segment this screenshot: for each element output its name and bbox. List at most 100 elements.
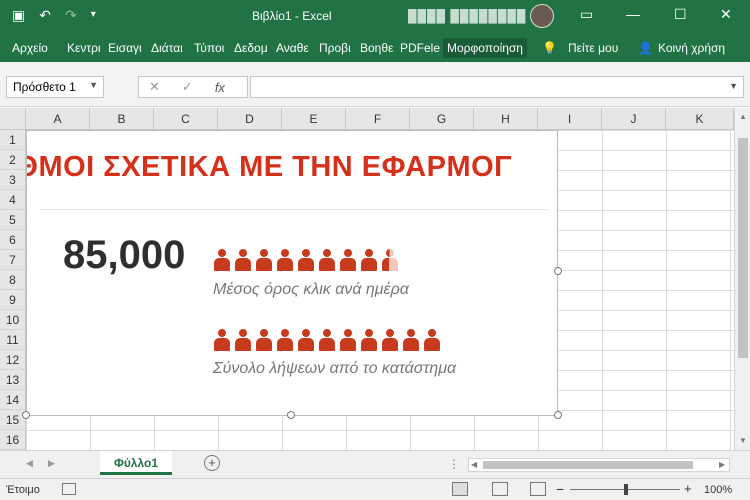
row-header[interactable]: 13 — [0, 370, 26, 390]
undo-icon[interactable]: ↶ — [39, 7, 51, 23]
person-icon — [402, 329, 420, 351]
tab-file[interactable]: Αρχείο — [12, 41, 48, 55]
tab-data[interactable]: Δεδομ — [234, 41, 268, 55]
formula-controls: ✕ ✓ fx — [138, 76, 248, 98]
expand-formula-icon[interactable]: ▼ — [729, 81, 738, 91]
resize-handle[interactable] — [554, 267, 562, 275]
person-icon — [213, 329, 231, 351]
row-header[interactable]: 5 — [0, 210, 26, 230]
person-icon — [360, 249, 378, 271]
page-layout-view-icon[interactable] — [492, 482, 508, 496]
row-header[interactable]: 10 — [0, 310, 26, 330]
row-header[interactable]: 2 — [0, 150, 26, 170]
maximize-icon[interactable]: ☐ — [674, 6, 687, 23]
zoom-slider-knob[interactable] — [624, 484, 628, 495]
column-header[interactable]: K — [666, 108, 734, 130]
add-sheet-button[interactable]: + — [204, 455, 220, 471]
window-title: Βιβλίο1 - Excel — [252, 9, 332, 23]
column-header[interactable]: A — [26, 108, 90, 130]
row-header[interactable]: 8 — [0, 270, 26, 290]
formula-input[interactable]: ▼ — [250, 76, 744, 98]
splitter-icon[interactable]: ⋮ — [448, 457, 460, 471]
name-box[interactable]: Πρόσθετο 1 ▼ — [6, 76, 104, 98]
vertical-scrollbar[interactable]: ▲ ▼ — [734, 108, 750, 450]
person-icon — [381, 329, 399, 351]
people-row-downloads — [213, 329, 441, 351]
row-header[interactable]: 3 — [0, 170, 26, 190]
row-header[interactable]: 11 — [0, 330, 26, 350]
infographic-addin[interactable]: ΡΙΘΜΟΙ ΣΧΕΤΙΚΑ ΜΕ ΤΗΝ ΕΦΑΡΜΟΓ 85,000 Μέσ… — [26, 130, 558, 416]
row-header[interactable]: 14 — [0, 390, 26, 410]
resize-handle[interactable] — [287, 411, 295, 419]
person-icon — [234, 249, 252, 271]
chevron-down-icon[interactable]: ▼ — [89, 80, 98, 90]
scroll-left-icon[interactable]: ◀ — [471, 460, 477, 469]
tab-home[interactable]: Κεντρι — [67, 41, 101, 55]
row-header[interactable]: 6 — [0, 230, 26, 250]
tab-formulas[interactable]: Τύποι — [194, 41, 224, 55]
column-header[interactable]: F — [346, 108, 410, 130]
column-header[interactable]: H — [474, 108, 538, 130]
column-header[interactable]: B — [90, 108, 154, 130]
zoom-out-button[interactable]: − — [556, 481, 564, 497]
tab-pdfelement[interactable]: PDFele — [400, 41, 440, 55]
scrollbar-thumb[interactable] — [738, 138, 748, 358]
status-ready: Έτοιμο — [6, 484, 40, 496]
resize-handle[interactable] — [22, 411, 30, 419]
tab-insert[interactable]: Εισαγι — [108, 41, 142, 55]
page-break-view-icon[interactable] — [530, 482, 546, 496]
zoom-level[interactable]: 100% — [704, 484, 732, 496]
insert-function-icon[interactable]: fx — [215, 80, 225, 95]
zoom-slider[interactable] — [570, 484, 680, 495]
column-header[interactable]: C — [154, 108, 218, 130]
customize-icon[interactable]: ▾ — [91, 7, 96, 23]
row-header[interactable]: 12 — [0, 350, 26, 370]
row-header[interactable]: 1 — [0, 130, 26, 150]
close-icon[interactable]: ✕ — [720, 6, 732, 23]
user-name[interactable]: ████ ████████ — [408, 9, 526, 23]
zoom-in-button[interactable]: + — [684, 481, 692, 496]
scrollbar-thumb[interactable] — [483, 461, 693, 469]
avatar[interactable] — [530, 4, 554, 28]
scroll-up-icon[interactable]: ▲ — [739, 112, 747, 121]
column-header[interactable]: G — [410, 108, 474, 130]
tab-review[interactable]: Αναθε — [276, 41, 309, 55]
horizontal-scrollbar[interactable]: ◀ ▶ — [468, 458, 730, 472]
save-icon[interactable]: ▣ — [12, 7, 25, 23]
scroll-right-icon[interactable]: ▶ — [719, 460, 725, 469]
column-header[interactable]: I — [538, 108, 602, 130]
row-header[interactable]: 9 — [0, 290, 26, 310]
tab-page-layout[interactable]: Διάται — [151, 41, 183, 55]
ribbon: Αρχείο Κεντρι Εισαγι Διάται Τύποι Δεδομ … — [0, 32, 750, 62]
person-icon — [318, 329, 336, 351]
person-icon — [297, 249, 315, 271]
minimize-icon[interactable]: — — [626, 6, 640, 22]
redo-icon[interactable]: ↷ — [65, 7, 77, 23]
normal-view-icon[interactable] — [452, 482, 468, 496]
person-icon — [276, 329, 294, 351]
tab-format[interactable]: Μορφοποίηση — [443, 38, 527, 58]
person-icon — [255, 329, 273, 351]
tell-me-search[interactable]: Πείτε μου — [568, 41, 618, 55]
resize-handle[interactable] — [554, 411, 562, 419]
next-sheet-icon[interactable]: ▶ — [48, 458, 55, 469]
formula-bar: Πρόσθετο 1 ▼ ✕ ✓ fx ▼ — [0, 62, 750, 107]
tab-help[interactable]: Βοηθε — [360, 41, 393, 55]
tab-view[interactable]: Προβι — [319, 41, 351, 55]
sheet-tab[interactable]: Φύλλο1 — [100, 451, 172, 475]
enter-icon[interactable]: ✓ — [182, 79, 193, 95]
select-all-button[interactable] — [0, 108, 26, 130]
column-header[interactable]: J — [602, 108, 666, 130]
person-icon — [255, 249, 273, 271]
share-button[interactable]: Κοινή χρήση — [658, 41, 725, 55]
prev-sheet-icon[interactable]: ◀ — [26, 458, 33, 469]
row-header[interactable]: 16 — [0, 430, 26, 450]
cancel-icon[interactable]: ✕ — [149, 79, 160, 95]
column-header[interactable]: E — [282, 108, 346, 130]
scroll-down-icon[interactable]: ▼ — [739, 436, 747, 445]
row-header[interactable]: 7 — [0, 250, 26, 270]
column-header[interactable]: D — [218, 108, 282, 130]
ribbon-display-icon[interactable]: ▭ — [580, 6, 593, 23]
row-header[interactable]: 4 — [0, 190, 26, 210]
macro-record-icon[interactable] — [62, 483, 76, 495]
